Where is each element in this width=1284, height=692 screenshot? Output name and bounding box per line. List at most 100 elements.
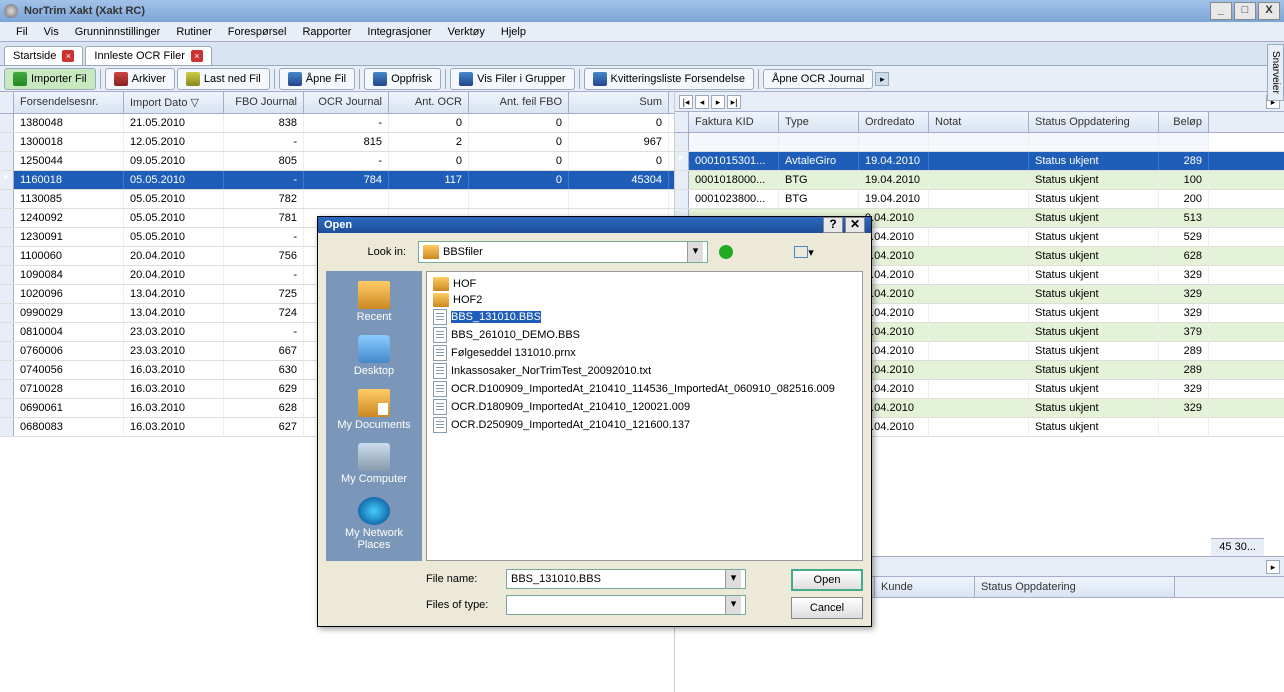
maximize-button[interactable]: □ [1234, 2, 1256, 20]
dialog-help-button[interactable]: ? [823, 217, 843, 233]
place-icon [358, 335, 390, 363]
menu-item-verktøy[interactable]: Verktøy [440, 24, 493, 40]
cell: Status ukjent [1029, 228, 1159, 246]
back-button[interactable] [716, 242, 736, 262]
right-col-header[interactable]: Ordredato [859, 112, 929, 132]
file-item[interactable]: BBS_261010_DEMO.BBS [431, 326, 858, 344]
left-col-header[interactable]: OCR Journal [304, 92, 389, 113]
right-col-header[interactable]: Beløp [1159, 112, 1209, 132]
oppfrisk-button[interactable]: Oppfrisk [364, 68, 441, 90]
filter-cell[interactable] [929, 133, 1029, 151]
nav-prev-button[interactable]: ◂ [695, 95, 709, 109]
tab-1[interactable]: Innleste OCR Filer× [85, 46, 211, 65]
nav-last-button[interactable]: ▸| [727, 95, 741, 109]
right-col-header[interactable]: Type [779, 112, 859, 132]
table-row[interactable]: ▸0001015301...AvtaleGiro19.04.2010Status… [675, 152, 1284, 171]
table-row[interactable]: 0001023800...BTG19.04.2010Status ukjent2… [675, 190, 1284, 209]
menu-item-vis[interactable]: Vis [36, 24, 67, 40]
bottom-col-header[interactable]: Kunde [875, 577, 975, 597]
lookin-select[interactable]: BBSfiler ▾ [418, 241, 708, 263]
filename-row: File name: BBS_131010.BBS▾ [426, 569, 781, 589]
file-item[interactable]: OCR.D250909_ImportedAt_210410_121600.137 [431, 416, 858, 434]
minimize-button[interactable]: _ [1210, 2, 1232, 20]
place-recent[interactable]: Recent [330, 277, 418, 327]
table-row[interactable]: 130001812.05.2010-81520967 [0, 133, 674, 152]
nav-more-button[interactable]: ▸ [1266, 560, 1280, 574]
cell: 1240092 [14, 209, 124, 227]
left-col-header[interactable]: Import Dato ▽ [124, 92, 224, 113]
table-row[interactable]: ▸116001805.05.2010-784117045304 [0, 171, 674, 190]
up-folder-button[interactable] [742, 242, 762, 262]
nav-first-button[interactable]: |◂ [679, 95, 693, 109]
kvitteringsliste-button[interactable]: Kvitteringsliste Forsendelse [584, 68, 755, 90]
cancel-button[interactable]: Cancel [791, 597, 863, 619]
window-title: NorTrim Xakt (Xakt RC) [24, 5, 1208, 17]
new-folder-button[interactable] [768, 242, 788, 262]
dropdown-icon[interactable]: ▾ [725, 596, 741, 614]
table-row[interactable]: 113008505.05.2010782 [0, 190, 674, 209]
cell: 21.05.2010 [124, 114, 224, 132]
importer-fil-button[interactable]: Importer Fil [4, 68, 96, 90]
last-ned-fil-button[interactable]: Last ned Fil [177, 68, 270, 90]
place-my-documents[interactable]: My Documents [330, 385, 418, 435]
toolbar-overflow-button[interactable]: ▸ [875, 72, 889, 86]
place-desktop[interactable]: Desktop [330, 331, 418, 381]
tab-close-icon[interactable]: × [62, 50, 74, 62]
dropdown-icon[interactable]: ▾ [687, 242, 703, 262]
menu-item-forespørsel[interactable]: Forespørsel [220, 24, 295, 40]
apne-fil-button[interactable]: Åpne Fil [279, 68, 355, 90]
file-list[interactable]: HOFHOF2BBS_131010.BBSBBS_261010_DEMO.BBS… [426, 271, 863, 561]
file-item[interactable]: HOF [431, 276, 858, 292]
file-item[interactable]: BBS_131010.BBS [431, 308, 858, 326]
nav-next-button[interactable]: ▸ [711, 95, 725, 109]
menu-item-grunninnstillinger[interactable]: Grunninnstillinger [67, 24, 169, 40]
filetype-select[interactable]: ▾ [506, 595, 746, 615]
menu-item-fil[interactable]: Fil [8, 24, 36, 40]
table-row[interactable]: 0001018000...BTG19.04.2010Status ukjent1… [675, 171, 1284, 190]
place-my-computer[interactable]: My Computer [330, 439, 418, 489]
left-col-header[interactable]: Ant. feil FBO [469, 92, 569, 113]
left-col-header[interactable]: Sum [569, 92, 669, 113]
filter-cell[interactable] [1029, 133, 1159, 151]
arkiver-button[interactable]: Arkiver [105, 68, 175, 90]
left-col-header[interactable]: Ant. OCR [389, 92, 469, 113]
left-col-header[interactable]: Forsendelsesnr. [14, 92, 124, 113]
file-item[interactable]: HOF2 [431, 292, 858, 308]
menu-item-integrasjoner[interactable]: Integrasjoner [359, 24, 439, 40]
close-button[interactable]: X [1258, 2, 1280, 20]
filename-input[interactable]: BBS_131010.BBS▾ [506, 569, 746, 589]
right-col-header[interactable]: Notat [929, 112, 1029, 132]
menu-item-hjelp[interactable]: Hjelp [493, 24, 534, 40]
tab-0[interactable]: Startside× [4, 46, 83, 65]
vis-filer-grupper-button[interactable]: Vis Filer i Grupper [450, 68, 574, 90]
right-col-header[interactable]: Status Oppdatering [1029, 112, 1159, 132]
filter-cell[interactable] [1159, 133, 1209, 151]
snarveier-sidebar-tab[interactable]: Snarveier [1267, 44, 1284, 101]
left-col-header[interactable]: FBO Journal [224, 92, 304, 113]
table-row[interactable]: 138004821.05.2010838-000 [0, 114, 674, 133]
filter-cell[interactable] [689, 133, 779, 151]
table-row[interactable]: 125004409.05.2010805-000 [0, 152, 674, 171]
refresh-icon [373, 72, 387, 86]
file-item[interactable]: Inkassosaker_NorTrimTest_20092010.txt [431, 362, 858, 380]
place-my-network-places[interactable]: My Network Places [330, 493, 418, 555]
right-col-header[interactable]: Faktura KID [689, 112, 779, 132]
cell: 23.03.2010 [124, 342, 224, 360]
file-item[interactable]: OCR.D180909_ImportedAt_210410_120021.009 [431, 398, 858, 416]
cell: 05.05.2010 [124, 209, 224, 227]
filter-cell[interactable] [859, 133, 929, 151]
open-button[interactable]: Open [791, 569, 863, 591]
bottom-col-header[interactable]: Status Oppdatering [975, 577, 1175, 597]
cell: Status ukjent [1029, 323, 1159, 341]
dropdown-icon[interactable]: ▾ [725, 570, 741, 588]
tab-close-icon[interactable]: × [191, 50, 203, 62]
menu-item-rapporter[interactable]: Rapporter [294, 24, 359, 40]
view-menu-button[interactable]: ▾ [794, 242, 814, 262]
file-item[interactable]: OCR.D100909_ImportedAt_210410_114536_Imp… [431, 380, 858, 398]
filter-cell[interactable] [779, 133, 859, 151]
cell: 815 [304, 133, 389, 151]
file-item[interactable]: Følgeseddel 131010.prnx [431, 344, 858, 362]
apne-ocr-journal-button[interactable]: Åpne OCR Journal [763, 69, 873, 89]
menu-item-rutiner[interactable]: Rutiner [168, 24, 219, 40]
dialog-close-button[interactable]: ✕ [845, 217, 865, 233]
